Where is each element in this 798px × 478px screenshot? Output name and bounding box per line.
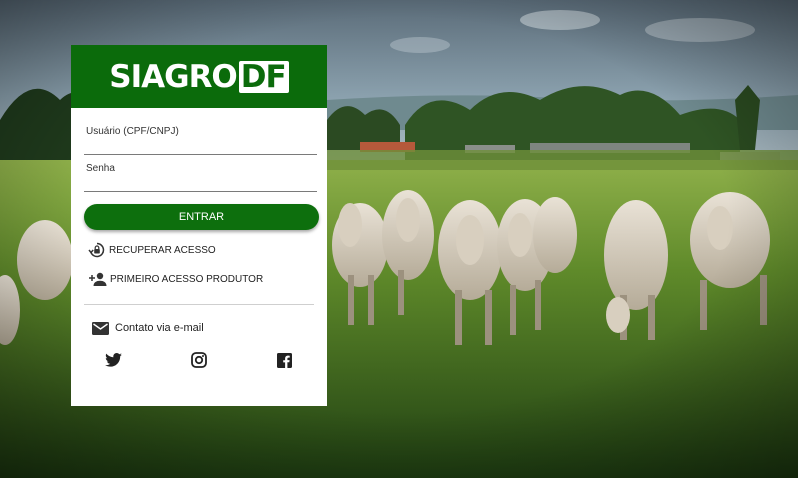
social-links bbox=[71, 351, 327, 371]
user-field-label: Usuário (CPF/CNPJ) bbox=[86, 126, 179, 137]
password-field-label: Senha bbox=[86, 163, 115, 174]
facebook-link[interactable] bbox=[275, 351, 293, 369]
password-field: Senha bbox=[84, 163, 317, 192]
login-page: SIAGRO DF Usuário (CPF/CNPJ) Senha ENTRA… bbox=[0, 0, 798, 478]
siagro-df-logo: SIAGRO DF bbox=[109, 58, 289, 95]
email-contact-label: Contato via e-mail bbox=[115, 322, 204, 334]
add-user-icon bbox=[89, 272, 107, 286]
user-input[interactable] bbox=[86, 140, 316, 154]
logo-header: SIAGRO DF bbox=[71, 45, 327, 108]
logo-main-text: SIAGRO bbox=[109, 58, 238, 95]
twitter-icon bbox=[104, 353, 122, 367]
first-access-label: PRIMEIRO ACESSO PRODUTOR bbox=[110, 273, 264, 285]
instagram-link[interactable] bbox=[190, 351, 208, 369]
twitter-link[interactable] bbox=[104, 351, 122, 369]
login-panel: SIAGRO DF Usuário (CPF/CNPJ) Senha ENTRA… bbox=[71, 45, 327, 406]
enter-button-label: ENTRAR bbox=[178, 211, 225, 223]
email-contact-link[interactable]: Contato via e-mail bbox=[92, 319, 327, 337]
recover-access-link[interactable]: RECUPERAR ACESSO bbox=[88, 241, 327, 259]
recover-access-label: RECUPERAR ACESSO bbox=[109, 244, 216, 256]
lock-reset-icon bbox=[88, 242, 105, 258]
email-icon bbox=[92, 321, 109, 335]
facebook-icon bbox=[276, 352, 292, 368]
password-input[interactable] bbox=[86, 177, 316, 191]
divider bbox=[84, 304, 314, 305]
logo-suffix-text: DF bbox=[238, 60, 289, 93]
user-field: Usuário (CPF/CNPJ) bbox=[84, 126, 317, 155]
enter-button[interactable]: ENTRAR bbox=[84, 204, 319, 230]
instagram-icon bbox=[191, 352, 207, 368]
first-access-link[interactable]: PRIMEIRO ACESSO PRODUTOR bbox=[88, 270, 327, 288]
